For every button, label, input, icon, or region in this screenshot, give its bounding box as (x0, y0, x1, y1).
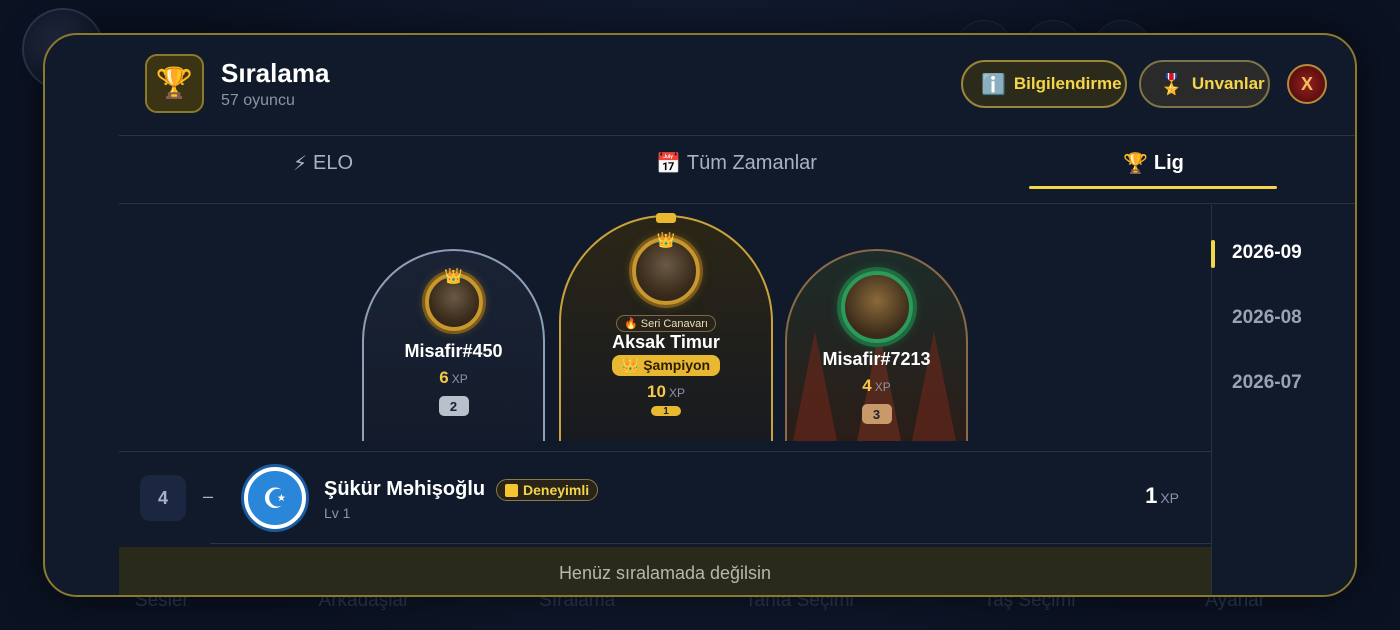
page-title: Sıralama (221, 58, 330, 88)
rank-badge: 2 (438, 396, 469, 416)
badge-label: Deneyimli (523, 482, 590, 498)
player-xp: 6 XP (439, 368, 467, 388)
modal-header: 🏆 Sıralama 57 oyuncu ℹ️ Bilgilendirme 🎖️… (45, 35, 1355, 137)
tab-label: Tüm Zamanlar (686, 152, 817, 174)
close-icon: X (1300, 73, 1313, 94)
info-button-label: Bilgilendirme (1013, 74, 1122, 93)
tab-label: ELO (313, 152, 354, 174)
podium-card-third[interactable]: Misafir#7213 4 XP 3 (785, 249, 968, 441)
xp-value: 6 (439, 368, 449, 387)
period-item[interactable]: 2026-07 (1232, 372, 1302, 394)
info-icon: ℹ️ (981, 73, 1006, 96)
avatar (840, 271, 913, 343)
player-name: Şükür Məhişoğlu (324, 478, 486, 500)
tab-league[interactable]: 🏆 Lig (1123, 151, 1184, 176)
player-name: Misafir#450 (404, 341, 503, 361)
xp-unit: XP (668, 386, 685, 400)
podium-card-first[interactable]: 👑 🔥 Seri Canavarı Aksak Timur 👑 Şampiyon… (559, 213, 773, 441)
podium: 👑 Misafir#450 6 XP 2 👑 🔥 Seri Canavarı A… (119, 205, 1211, 441)
lightning-icon: ⚡ (293, 153, 308, 175)
xp-value: 4 (862, 376, 872, 395)
player-name: Aksak Timur (612, 332, 720, 352)
champion-badge: 👑 Şampiyon (611, 355, 721, 376)
period-sidebar: 2026-09 2026-08 2026-07 (1211, 205, 1355, 595)
trophy-icon: 🏆 (1123, 153, 1148, 175)
close-button[interactable]: X (1287, 64, 1327, 104)
player-xp: 4 XP (862, 376, 890, 396)
xp-unit: XP (1160, 490, 1179, 506)
period-item[interactable]: 2026-08 (1232, 307, 1302, 329)
divider (119, 451, 1211, 452)
leaderboard-modal: 🏆 Sıralama 57 oyuncu ℹ️ Bilgilendirme 🎖️… (43, 33, 1357, 597)
player-level: Lv 1 (324, 505, 351, 521)
active-tab-indicator (1029, 186, 1277, 189)
not-ranked-notice: Henüz sıralamada değilsin (119, 547, 1211, 595)
tab-bar: ⚡ ELO 📅 Tüm Zamanlar 🏆 Lig (119, 137, 1355, 203)
tab-elo[interactable]: ⚡ ELO (293, 151, 353, 176)
podium-card-second[interactable]: 👑 Misafir#450 6 XP 2 (362, 249, 545, 441)
tab-label: Lig (1153, 152, 1184, 174)
player-xp: 1 XP (1145, 483, 1179, 509)
calendar-icon: 📅 (656, 153, 681, 175)
divider (119, 135, 1355, 136)
divider (210, 543, 1211, 544)
info-button[interactable]: ℹ️ Bilgilendirme (961, 60, 1127, 108)
square-icon (505, 483, 518, 497)
titles-button-label: Unvanlar (1191, 74, 1265, 93)
xp-unit: XP (451, 372, 468, 386)
xp-unit: XP (874, 380, 891, 394)
table-row[interactable]: 4 – ☪ Şükür Məhişoğlu Deneyimli Lv 1 1 X… (119, 453, 1211, 545)
rank-badge: 3 (861, 404, 892, 424)
trophy-icon: 🏆 (145, 54, 204, 113)
crown-icon: 👑 (656, 232, 676, 249)
top-badge-icon (656, 213, 676, 223)
period-item[interactable]: 2026-09 (1232, 242, 1302, 264)
rank-badge: 1 (651, 406, 681, 416)
tab-all-time[interactable]: 📅 Tüm Zamanlar (656, 151, 817, 176)
active-period-indicator (1211, 240, 1215, 268)
rank-number: 4 (140, 475, 186, 521)
player-xp: 10 XP (647, 382, 685, 402)
medal-icon: 🎖️ (1159, 73, 1184, 96)
tree-decoration (912, 331, 956, 441)
rank-title-badge: Deneyimli (496, 479, 599, 501)
avatar: 👑 (424, 268, 483, 331)
player-name: Misafir#7213 (822, 349, 931, 369)
crown-icon: 👑 (444, 268, 463, 285)
avatar: ☪ (244, 467, 306, 529)
avatar: 👑 (632, 232, 700, 305)
xp-value: 1 (1145, 483, 1158, 508)
titles-button[interactable]: 🎖️ Unvanlar (1139, 60, 1270, 108)
player-count: 57 oyuncu (221, 92, 295, 109)
streak-badge: 🔥 Seri Canavarı (615, 315, 716, 332)
rank-change: – (203, 486, 214, 506)
divider (119, 203, 1355, 204)
xp-value: 10 (647, 382, 666, 401)
tree-decoration (793, 331, 837, 441)
